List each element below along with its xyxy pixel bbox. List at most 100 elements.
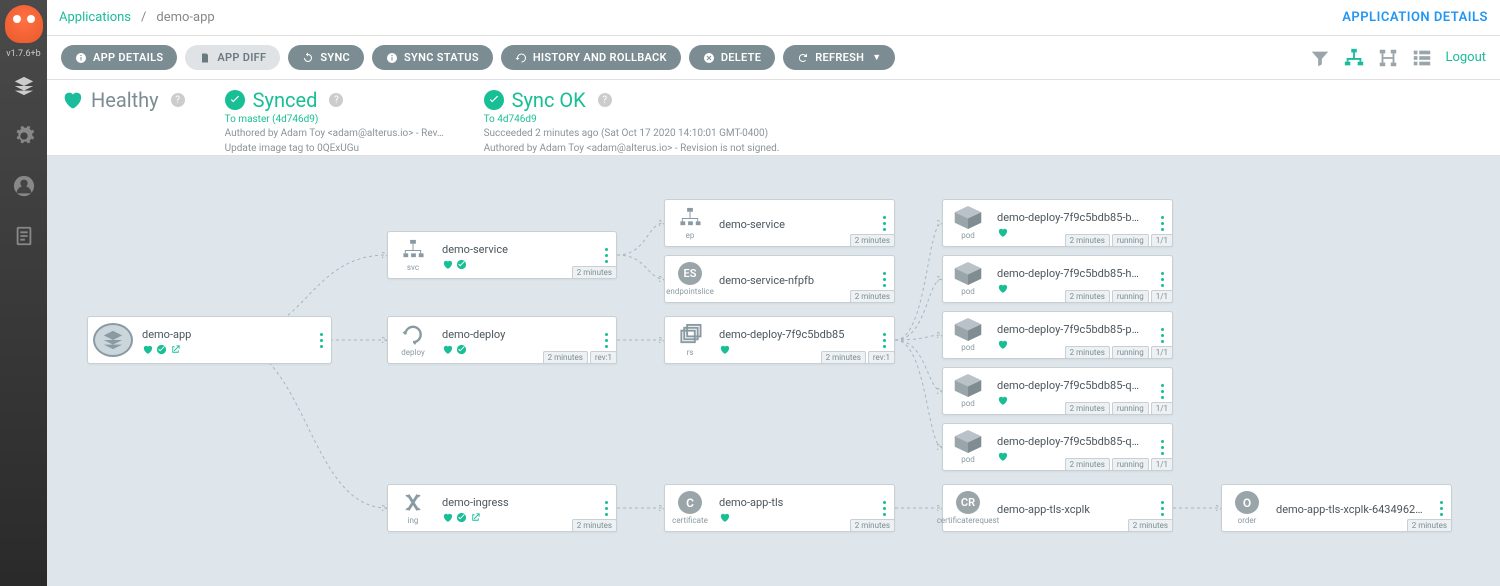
sidebar-item-docs[interactable] (0, 211, 47, 261)
node-menu[interactable] (311, 317, 331, 363)
ready-chip: 1/1 (1151, 458, 1173, 471)
breadcrumb: Applications / demo-app (59, 10, 215, 25)
help-icon[interactable]: ? (598, 93, 612, 107)
node-pod[interactable]: pod demo-deploy-7f9c5bdb85-bwxr2 2 minut… (942, 199, 1173, 247)
node-service[interactable]: svc demo-service 2 minutes (387, 231, 617, 279)
age-chip: 2 minutes (1065, 234, 1110, 247)
application-details-label[interactable]: APPLICATION DETAILS (1342, 10, 1488, 25)
health-title: Healthy (91, 88, 159, 112)
node-order[interactable]: Oorder demo-app-tls-xcplk-643496277 2 mi… (1221, 484, 1452, 532)
age-chip: 2 minutes (850, 519, 895, 532)
age-chip: 2 minutes (1065, 458, 1110, 471)
node-certificate[interactable]: Ccertificate demo-app-tls 2 minutes (664, 484, 895, 532)
list-view-icon[interactable] (1411, 47, 1433, 69)
cr-icon: CR (956, 491, 980, 514)
age-chip: 2 minutes (821, 351, 866, 364)
last-sync-author: Authored by Adam Toy <adam@alterus.io> -… (484, 142, 780, 155)
app-icon (93, 323, 133, 357)
heart-icon (997, 451, 1008, 462)
cert-icon: C (678, 491, 702, 514)
node-title: demo-service-nfpfb (719, 274, 866, 287)
breadcrumb-current: demo-app (156, 10, 214, 25)
filter-icon[interactable] (1309, 47, 1331, 69)
sync-msg: Update image tag to 0QExUGu (225, 142, 444, 155)
age-chip: 2 minutes (1407, 519, 1452, 532)
heart-icon (442, 344, 453, 355)
pod-icon (953, 430, 983, 453)
sync-author: Authored by Adam Toy <adam@alterus.io> -… (225, 127, 444, 140)
info-icon (386, 52, 398, 64)
node-title: demo-deploy-7f9c5bdb85-h4jnm (997, 267, 1144, 280)
age-chip: 2 minutes (572, 519, 617, 532)
node-app-root[interactable]: demo-app (87, 316, 332, 364)
state-chip: running (1112, 458, 1149, 471)
info-icon (75, 52, 87, 64)
node-pod[interactable]: pod demo-deploy-7f9c5bdb85-q9n6d 2 minut… (942, 367, 1173, 415)
doc-icon (13, 225, 35, 247)
node-title: demo-deploy-7f9c5bdb85-q9n6d (997, 379, 1144, 392)
node-certificaterequest[interactable]: CRcertificaterequest demo-app-tls-xcplk … (942, 484, 1173, 532)
heart-icon (442, 259, 453, 270)
health-status: Healthy ? (61, 88, 185, 147)
node-title: demo-deploy-7f9c5bdb85-bwxr2 (997, 211, 1144, 224)
heart-icon (997, 339, 1008, 350)
tree-view-icon[interactable] (1343, 47, 1365, 69)
chevron-down-icon: ▼ (872, 52, 881, 63)
node-deployment[interactable]: deploy demo-deploy 2 minutesrev:1 (387, 316, 617, 364)
last-sync-to: To 4d746d9 (484, 114, 780, 125)
sidebar-item-user[interactable] (0, 161, 47, 211)
node-endpoint[interactable]: ep demo-service 2 minutes (664, 199, 895, 247)
argocd-logo (0, 0, 47, 47)
sidebar-item-apps[interactable] (0, 61, 47, 111)
node-replicaset[interactable]: rs demo-deploy-7f9c5bdb85 2 minutesrev:1 (664, 316, 895, 364)
breadcrumb-root[interactable]: Applications (59, 10, 131, 25)
deploy-icon (399, 323, 427, 346)
node-ingress[interactable]: ing demo-ingress 2 minutes (387, 484, 617, 532)
app-details-button[interactable]: APP DETAILS (61, 45, 177, 70)
age-chip: 2 minutes (1065, 346, 1110, 359)
rev-chip: rev:1 (590, 351, 617, 364)
sync-status: Synced ? To master (4d746d9) Authored by… (225, 88, 444, 147)
refresh-button[interactable]: REFRESH▼ (783, 45, 895, 70)
last-sync-when: Succeeded 2 minutes ago (Sat Oct 17 2020… (484, 127, 780, 140)
pods-view-icon[interactable] (1377, 47, 1399, 69)
delete-button[interactable]: DELETE (689, 45, 775, 70)
age-chip: 2 minutes (850, 234, 895, 247)
sync-status-button[interactable]: SYNC STATUS (372, 45, 493, 70)
node-pod[interactable]: pod demo-deploy-7f9c5bdb85-pq6q6 2 minut… (942, 311, 1173, 359)
node-title: demo-deploy (442, 328, 588, 341)
version-label: v1.7.6+b (0, 47, 47, 61)
ready-chip: 1/1 (1151, 290, 1173, 303)
node-title: demo-deploy-7f9c5bdb85-pq6q6 (997, 323, 1144, 336)
logout-link[interactable]: Logout (1445, 50, 1486, 65)
node-title: demo-ingress (442, 496, 588, 509)
heart-icon (61, 89, 83, 111)
check-icon (456, 259, 467, 270)
history-icon (515, 52, 527, 64)
state-chip: running (1112, 402, 1149, 415)
svc-icon (399, 238, 427, 261)
node-title: demo-app-tls-xcplk (997, 503, 1144, 516)
rs-icon (676, 323, 704, 346)
node-pod[interactable]: pod demo-deploy-7f9c5bdb85-qn6p7 2 minut… (942, 423, 1173, 471)
help-icon[interactable]: ? (329, 93, 343, 107)
check-icon (156, 344, 167, 355)
pod-icon (953, 262, 983, 285)
app-diff-button[interactable]: APP DIFF (185, 45, 280, 70)
help-icon[interactable]: ? (171, 93, 185, 107)
ready-chip: 1/1 (1151, 346, 1173, 359)
sync-button[interactable]: SYNC (288, 45, 364, 70)
sidebar-item-settings[interactable] (0, 111, 47, 161)
last-sync-title: Sync OK (512, 88, 586, 112)
refresh-icon (797, 52, 809, 64)
node-pod[interactable]: pod demo-deploy-7f9c5bdb85-h4jnm 2 minut… (942, 255, 1173, 303)
resource-tree-canvas[interactable]: demo-app svc demo-service 2 minutes depl… (47, 156, 1500, 586)
node-endpointslice[interactable]: ESendpointslice demo-service-nfpfb 2 min… (664, 255, 895, 303)
heart-icon (719, 512, 730, 523)
heart-icon (442, 512, 453, 523)
nav-sidebar: v1.7.6+b (0, 0, 47, 586)
heart-icon (997, 227, 1008, 238)
state-chip: running (1112, 346, 1149, 359)
history-button[interactable]: HISTORY AND ROLLBACK (501, 45, 681, 70)
layers-icon (13, 75, 35, 97)
